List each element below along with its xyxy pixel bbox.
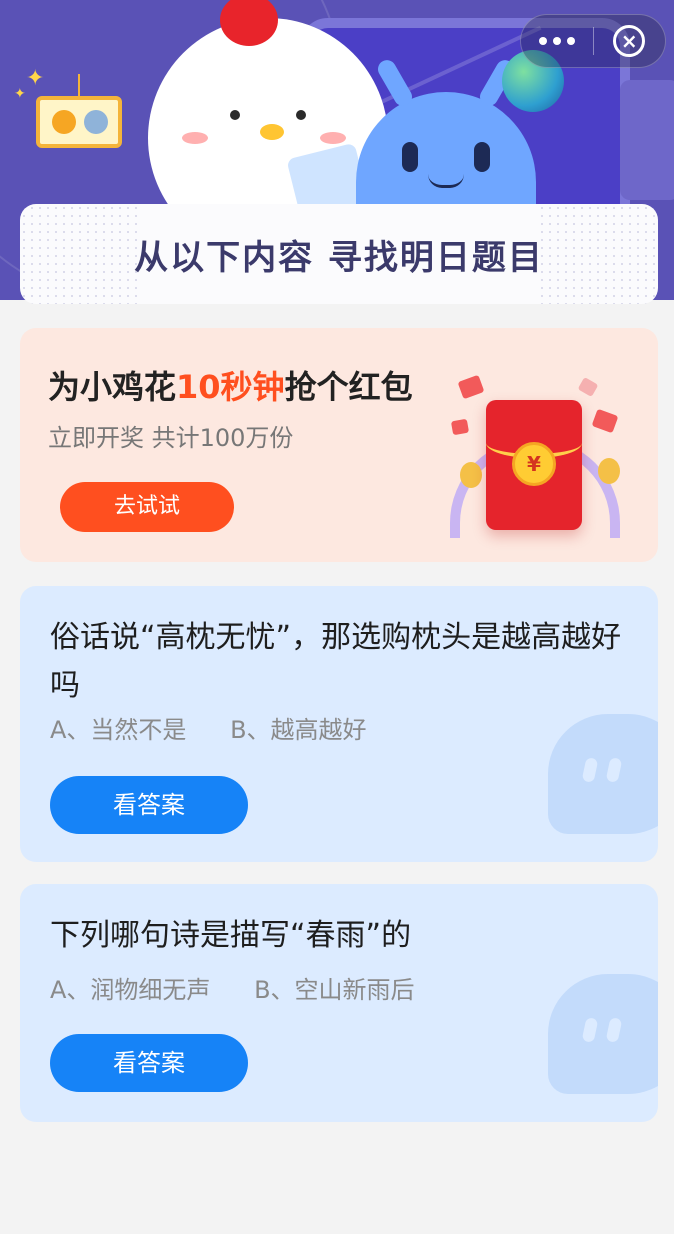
silver-medal-icon [84,110,108,134]
mini-red-packet-icon [450,418,470,436]
question-text: 俗话说“高枕无忧”，那选购枕头是越高越好吗 [50,620,622,703]
bubble-mark [605,1017,623,1043]
mini-red-packet-icon [591,408,619,434]
mini-program-capsule: × [520,14,666,68]
try-it-button[interactable]: 去试试 [60,482,234,532]
board-hanger [78,74,80,100]
promo-headline-prefix: 为小鸡花 [48,368,177,406]
chick-cheek-left [182,132,208,144]
view-answer-button[interactable]: 看答案 [50,776,248,834]
chick-eye-right [296,110,306,120]
mini-red-packet-icon [457,374,485,400]
gold-medal-icon [52,110,76,134]
question-card: 俗话说“高枕无忧”，那选购枕头是越高越好吗 A、当然不是 B、越高越好 看答案 [20,586,658,862]
answer-options: A、润物细无声 B、空山新雨后 [50,970,451,1005]
alien-mouth [428,174,464,188]
bubble-mark [581,757,599,783]
yuan-coin-icon: ¥ [512,442,556,486]
option-a: A、润物细无声 [50,976,211,1004]
option-b: B、空山新雨后 [254,976,415,1004]
promo-headline-highlight: 10秒钟 [176,368,285,406]
page-title: 从以下内容 寻找明日题目 [128,230,550,279]
chick-beak [260,124,284,140]
close-button[interactable]: × [594,14,666,68]
chick-eye-left [230,110,240,120]
sparkle-icon: ✦ [26,66,45,91]
alien-eye-left [402,142,418,172]
chat-bubble-icon [548,714,658,834]
red-packet-icon: ¥ [486,400,582,530]
view-answer-button[interactable]: 看答案 [50,1034,248,1092]
answer-options: A、当然不是 B、越高越好 [50,710,403,745]
sparkle-small-icon: ✦ [14,86,26,102]
red-packet-promo-card[interactable]: 为小鸡花10秒钟抢个红包 立即开奖 共计100万份 去试试 ¥ [20,328,658,562]
option-a: A、当然不是 [50,716,187,744]
chat-bubble-icon [548,974,658,1094]
option-b: B、越高越好 [230,716,367,744]
side-panel-illustration [620,80,674,200]
balloon-icon [460,462,482,488]
section-title-card: 从以下内容 寻找明日题目 [20,204,658,304]
balloon-icon [598,458,620,484]
bubble-mark [581,1017,599,1043]
chick-cheek-right [320,132,346,144]
mini-red-packet-icon [577,376,599,398]
more-button[interactable] [521,14,593,68]
more-dot [538,37,547,45]
alien-eye-right [474,142,490,172]
close-circle-icon: × [613,25,646,57]
more-dot [552,37,561,45]
question-text: 下列哪句诗是描写“春雨”的 [50,918,412,953]
question-card: 下列哪句诗是描写“春雨”的 A、润物细无声 B、空山新雨后 看答案 [20,884,658,1122]
promo-headline-suffix: 抢个红包 [284,368,413,406]
chick-comb [220,0,278,46]
bubble-mark [605,757,623,783]
more-dot [566,37,575,45]
dot-pattern [538,204,658,304]
promo-subtitle: 立即开奖 共计100万份 [48,424,294,452]
dot-pattern [20,204,140,304]
medal-board-illustration [36,74,122,148]
promo-headline: 为小鸡花10秒钟抢个红包 [48,362,413,408]
